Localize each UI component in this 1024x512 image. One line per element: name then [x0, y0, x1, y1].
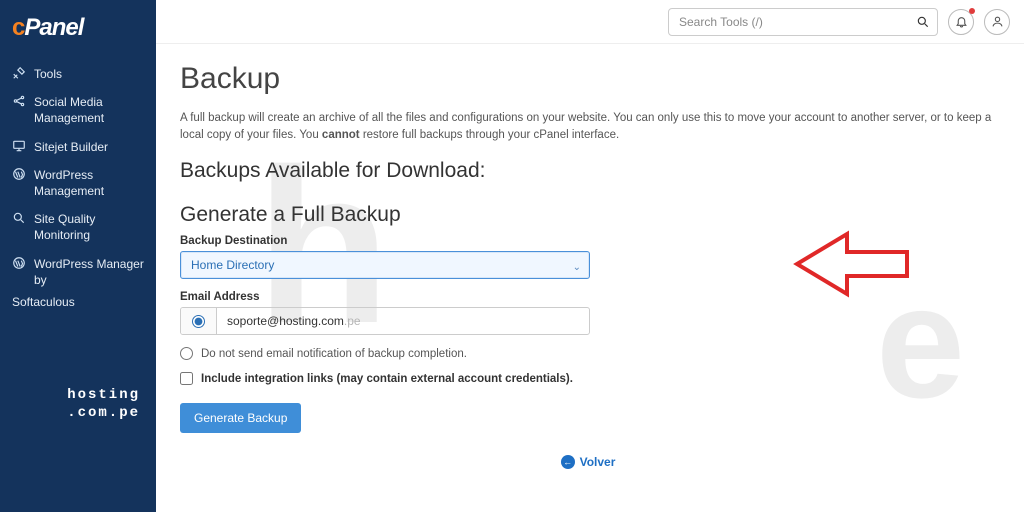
sidebar-item-site-quality[interactable]: Site Quality Monitoring	[0, 205, 156, 249]
chevron-down-icon: ⌄	[573, 262, 581, 273]
sidebar-item-label: Sitejet Builder	[34, 139, 108, 155]
monitor-icon	[12, 139, 26, 153]
send-email-radio[interactable]	[192, 315, 205, 328]
select-value: Home Directory	[191, 258, 274, 272]
sidebar-nav: Tools Social Media Management Sitejet Bu…	[0, 60, 156, 316]
notifications-button[interactable]	[948, 9, 974, 35]
main: h e Backup A full backup will create an …	[156, 0, 1024, 512]
footer-brand-line1: hosting	[0, 386, 156, 404]
bell-icon	[955, 15, 968, 28]
email-suffix: .pe	[344, 314, 361, 328]
sidebar-item-softaculous[interactable]: Softaculous	[0, 294, 156, 316]
email-address-label: Email Address	[180, 291, 996, 303]
cpanel-logo: cPanel	[0, 0, 156, 50]
sidebar-footer-brand: hosting .com.pe	[0, 386, 156, 512]
include-integration-label: Include integration links (may contain e…	[201, 373, 573, 385]
page-description: A full backup will create an archive of …	[180, 110, 996, 143]
sidebar-item-social-media[interactable]: Social Media Management	[0, 88, 156, 132]
desc-bold: cannot	[322, 129, 360, 141]
user-icon	[991, 15, 1004, 28]
include-integration-checkbox[interactable]	[180, 372, 193, 385]
search-wrap	[668, 8, 938, 36]
sidebar-item-label: Tools	[34, 66, 62, 82]
notification-dot-icon	[969, 8, 975, 14]
sidebar-item-label: WordPress Management	[34, 167, 144, 199]
page-title: Backup	[180, 62, 996, 96]
sidebar: cPanel Tools Social Media Management Sit…	[0, 0, 156, 512]
share-icon	[12, 94, 26, 108]
no-email-label: Do not send email notification of backup…	[201, 348, 467, 360]
email-address-input[interactable]: soporte@hosting.com.pe	[217, 308, 589, 334]
tools-icon	[12, 66, 26, 80]
section-generate-heading: Generate a Full Backup	[180, 203, 996, 227]
magnifier-icon	[12, 211, 26, 225]
account-button[interactable]	[984, 9, 1010, 35]
email-radio-wrap	[181, 308, 217, 334]
sidebar-item-label: Site Quality Monitoring	[34, 211, 144, 243]
footer-brand-line2: .com.pe	[0, 404, 156, 422]
search-icon	[916, 15, 930, 29]
search-button[interactable]	[912, 11, 934, 33]
sidebar-item-label: Social Media Management	[34, 94, 144, 126]
sidebar-item-label: Softaculous	[12, 294, 75, 310]
desc-post: restore full backups through your cPanel…	[360, 129, 620, 141]
wordpress-icon	[12, 256, 26, 270]
section-downloads-heading: Backups Available for Download:	[180, 159, 996, 183]
include-integration-option[interactable]: Include integration links (may contain e…	[180, 372, 996, 385]
content: Backup A full backup will create an arch…	[156, 44, 1024, 479]
backup-destination-select[interactable]: Home Directory ⌄	[180, 251, 590, 279]
back-link[interactable]: ← Volver	[383, 455, 793, 469]
sidebar-item-wp-manager[interactable]: WordPress Manager by	[0, 250, 156, 294]
backup-destination-label: Backup Destination	[180, 235, 996, 247]
search-input[interactable]	[668, 8, 938, 36]
sidebar-item-wordpress-mgmt[interactable]: WordPress Management	[0, 161, 156, 205]
wordpress-icon	[12, 167, 26, 181]
topbar	[156, 0, 1024, 44]
sidebar-item-tools[interactable]: Tools	[0, 60, 156, 88]
sidebar-item-label: WordPress Manager by	[34, 256, 144, 288]
sidebar-item-sitejet[interactable]: Sitejet Builder	[0, 133, 156, 161]
email-address-row: soporte@hosting.com.pe	[180, 307, 590, 335]
no-email-option[interactable]: Do not send email notification of backup…	[180, 347, 996, 360]
generate-backup-button[interactable]: Generate Backup	[180, 403, 301, 433]
arrow-left-icon: ←	[561, 455, 575, 469]
email-value: soporte@hosting.com	[227, 314, 344, 328]
no-email-radio[interactable]	[180, 347, 193, 360]
back-link-label: Volver	[580, 455, 616, 469]
